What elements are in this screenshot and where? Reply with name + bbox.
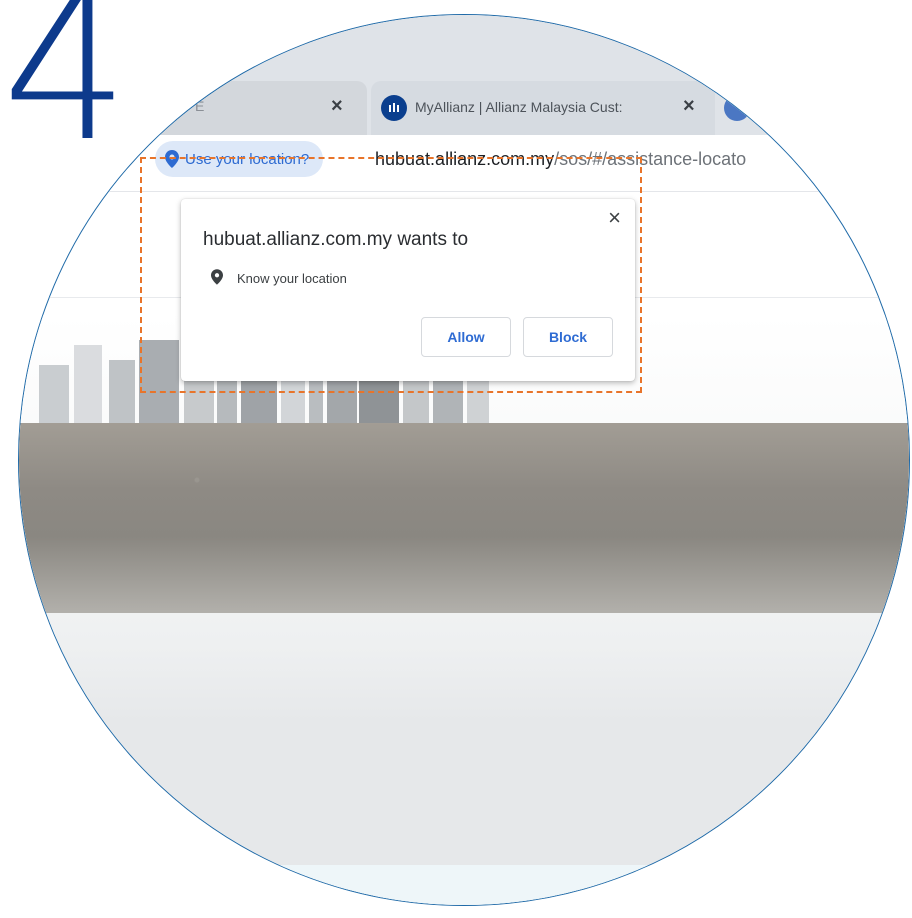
url-domain: hubuat.allianz.com.my [375, 149, 555, 169]
block-button[interactable]: Block [523, 317, 613, 357]
tab-close-icon[interactable]: × [331, 96, 343, 116]
asphalt-ground-image [19, 423, 909, 613]
allow-button[interactable]: Allow [421, 317, 511, 357]
use-location-chip[interactable]: Use your location? [155, 141, 324, 177]
location-pin-icon [211, 269, 223, 288]
tab-close-icon[interactable]: × [683, 96, 695, 116]
location-permission-popup: hubuat.allianz.com.my wants to × Know yo… [181, 199, 635, 381]
close-icon[interactable]: × [608, 207, 621, 229]
tutorial-step-frame: 4 E × MyAllianz | Allianz Malaysia Cust:… [0, 0, 912, 918]
page-footer-band [19, 865, 909, 905]
tab-title: MyAllianz | Allianz Malaysia Cust: [415, 99, 623, 115]
url-field[interactable]: hubuat.allianz.com.my/sos/#/assistance-l… [375, 149, 746, 170]
location-chip-label: Use your location? [185, 150, 310, 168]
popup-title: hubuat.allianz.com.my wants to [203, 229, 469, 250]
address-bar: Use your location? hubuat.allianz.com.my… [19, 135, 909, 192]
step-number: 4 [2, 0, 129, 186]
magnified-screenshot-circle: E × MyAllianz | Allianz Malaysia Cust: × [18, 14, 910, 906]
permission-row: Know your location [211, 269, 347, 288]
url-path: /sos/#/assistance-locato [554, 149, 747, 169]
next-tab-favicon-icon[interactable] [724, 95, 750, 121]
allianz-logo-icon [381, 95, 407, 121]
location-pin-icon [165, 150, 179, 168]
permission-label: Know your location [237, 271, 347, 286]
tab-title: E [195, 98, 205, 114]
browser-tab-myallianz[interactable]: MyAllianz | Allianz Malaysia Cust: × [371, 81, 715, 135]
